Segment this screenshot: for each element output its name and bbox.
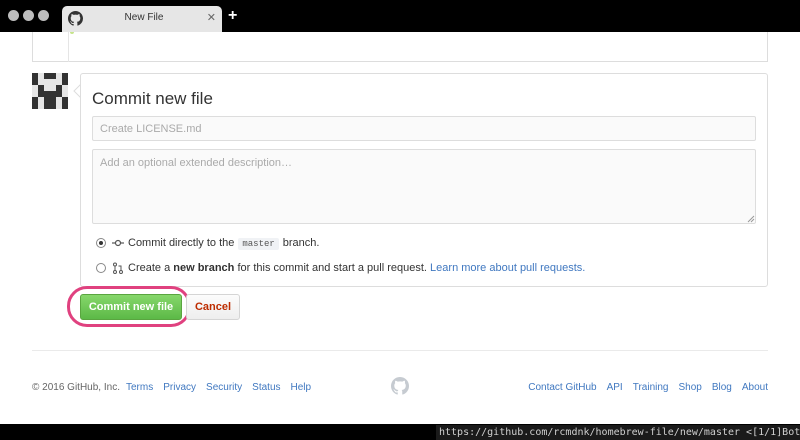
footer-link-terms[interactable]: Terms bbox=[126, 382, 153, 393]
tab-title: New File bbox=[124, 12, 164, 23]
page-content: Commit new file Commit directly to thema… bbox=[0, 32, 800, 424]
footer-links-right: Contact GitHub API Training Shop Blog About bbox=[528, 381, 768, 395]
commit-form: Commit new file Commit directly to thema… bbox=[80, 73, 768, 287]
commit-direct-radio[interactable] bbox=[96, 238, 106, 248]
footer-copyright: © 2016 GitHub, Inc. bbox=[32, 382, 120, 393]
resize-grip-icon[interactable] bbox=[747, 215, 755, 223]
status-url: https://github.com/rcmdnk/homebrew-file/… bbox=[436, 425, 800, 440]
close-tab-icon[interactable]: ✕ bbox=[207, 11, 216, 25]
cancel-button[interactable]: Cancel bbox=[186, 294, 240, 320]
footer-link-help[interactable]: Help bbox=[291, 382, 312, 393]
editor-cursor-marker bbox=[70, 32, 74, 34]
footer-link-status[interactable]: Status bbox=[252, 382, 280, 393]
new-branch-middle: for this commit and start a pull request… bbox=[237, 262, 427, 274]
site-footer: © 2016 GitHub, Inc. Terms Privacy Security… bbox=[32, 377, 768, 395]
git-pull-request-icon bbox=[113, 262, 123, 274]
footer-link-blog[interactable]: Blog bbox=[712, 382, 732, 393]
footer-link-security[interactable]: Security bbox=[206, 382, 242, 393]
footer-link-about[interactable]: About bbox=[742, 382, 768, 393]
commit-form-title: Commit new file bbox=[92, 89, 213, 108]
commit-summary-input[interactable] bbox=[92, 116, 756, 141]
footer-link-training[interactable]: Training bbox=[633, 382, 669, 393]
branch-name-tag: master bbox=[238, 238, 279, 250]
new-branch-label: Create a new branch for this commit and … bbox=[128, 261, 585, 275]
github-octocat-icon[interactable] bbox=[391, 377, 409, 395]
git-commit-icon bbox=[112, 239, 124, 247]
github-octocat-icon bbox=[68, 11, 83, 26]
new-branch-prefix: Create a bbox=[128, 262, 171, 274]
browser-tab[interactable]: New File ✕ bbox=[62, 6, 222, 32]
commit-direct-prefix: Commit directly to the bbox=[128, 237, 235, 249]
commit-direct-label: Commit directly to the master branch. bbox=[128, 236, 319, 251]
new-branch-bold: new branch bbox=[173, 262, 235, 274]
identicon-avatar bbox=[32, 73, 68, 109]
commit-direct-suffix: branch. bbox=[282, 237, 320, 249]
commit-description-textarea[interactable] bbox=[92, 149, 756, 224]
maximize-window-icon[interactable] bbox=[38, 10, 49, 21]
learn-more-link[interactable]: Learn more about pull requests. bbox=[430, 262, 585, 274]
editor-gutter-line bbox=[68, 32, 69, 62]
browser-titlebar: New File ✕ + bbox=[0, 0, 800, 32]
footer-link-shop[interactable]: Shop bbox=[678, 382, 701, 393]
footer-link-privacy[interactable]: Privacy bbox=[163, 382, 196, 393]
close-window-icon[interactable] bbox=[8, 10, 19, 21]
footer-links-left: Terms Privacy Security Status Help bbox=[126, 381, 321, 395]
commit-new-file-button[interactable]: Commit new file bbox=[80, 294, 182, 320]
footer-link-api[interactable]: API bbox=[607, 382, 623, 393]
avatar[interactable] bbox=[32, 73, 68, 109]
footer-divider bbox=[32, 350, 768, 351]
minimize-window-icon[interactable] bbox=[23, 10, 34, 21]
status-bar: https://github.com/rcmdnk/homebrew-file/… bbox=[0, 424, 800, 440]
new-branch-radio[interactable] bbox=[96, 263, 106, 273]
new-tab-button[interactable]: + bbox=[228, 7, 237, 25]
footer-link-contact[interactable]: Contact GitHub bbox=[528, 382, 596, 393]
file-editor-bottom bbox=[32, 32, 768, 62]
